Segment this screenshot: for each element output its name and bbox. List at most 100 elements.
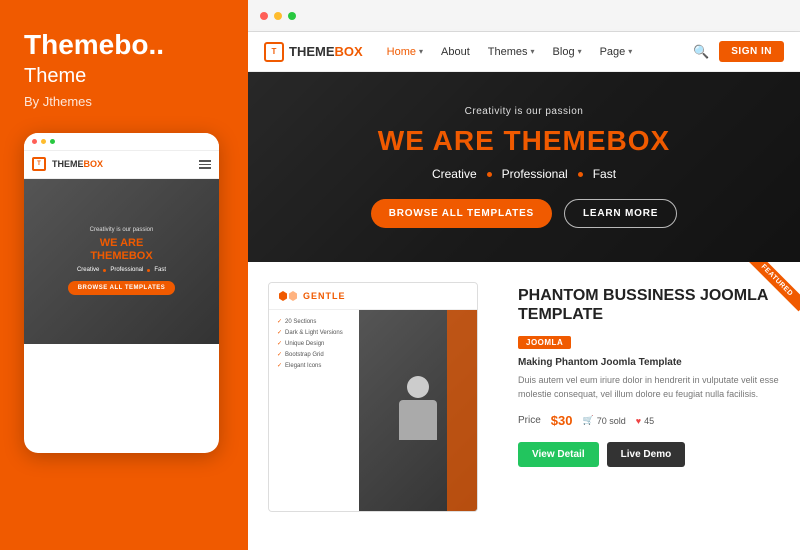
cart-icon: 🛒: [583, 415, 594, 426]
gentle-brand: GENTLE: [303, 291, 346, 301]
mobile-tagline: Creativity is our passion: [90, 227, 154, 233]
likes-count: 45: [644, 416, 654, 426]
hero-tagline: Creativity is our passion: [371, 106, 678, 117]
hero-headline-brand: THEMEBOX: [504, 125, 671, 156]
sold-count: 70 sold: [597, 416, 626, 426]
mobile-headline-brand-suf: BOX: [129, 250, 153, 262]
mobile-cta-button[interactable]: BROWSE ALL TEMPLATES: [68, 281, 176, 295]
mobile-dot-yellow: [41, 139, 46, 144]
nav-blog-arrow: ▾: [578, 47, 582, 56]
gentle-feature-2: Dark & Light Versions: [277, 329, 351, 336]
app-subtitle: Theme: [24, 65, 224, 88]
mobile-nav: T THEMEBOX: [24, 151, 219, 179]
gentle-body: 20 Sections Dark & Light Versions Unique…: [269, 310, 477, 511]
product-image-col: GENTLE 20 Sections Dark & Light Versions…: [248, 262, 498, 550]
search-icon[interactable]: 🔍: [693, 44, 709, 60]
hero-dot2: [578, 172, 583, 177]
heart-info: ♥ 45: [636, 416, 654, 426]
mobile-subline-professional: Professional: [110, 267, 143, 273]
nav-page-arrow: ▾: [628, 47, 632, 56]
mobile-headline-pre: WE ARE: [100, 237, 144, 249]
app-author: By Jthemes: [24, 94, 224, 109]
gentle-preview: [359, 310, 477, 511]
live-demo-button[interactable]: Live Demo: [607, 442, 686, 467]
mobile-brand: THEMEBOX: [52, 159, 103, 169]
price-label: Price: [518, 415, 541, 426]
view-detail-button[interactable]: View Detail: [518, 442, 599, 467]
browser-dot-green: [288, 12, 296, 20]
hero-dot1: [487, 172, 492, 177]
gentle-orange-bar: [447, 310, 477, 511]
nav-blog[interactable]: Blog ▾: [553, 46, 582, 58]
app-title: Themebo..: [24, 30, 224, 61]
nav-home-arrow: ▾: [419, 47, 423, 56]
browser-dot-red: [260, 12, 268, 20]
nav-page[interactable]: Page ▾: [600, 46, 633, 58]
gentle-shape2: [289, 291, 297, 301]
joomla-badge: JOOMLA: [518, 336, 571, 349]
right-panel: T THEMEBOX Home ▾ About Themes ▾ Blog ▾ …: [248, 0, 800, 550]
hero-section: Creativity is our passion WE ARE THEMEBO…: [248, 72, 800, 262]
nav-home[interactable]: Home ▾: [387, 46, 423, 58]
mobile-subline-creative: Creative: [77, 267, 99, 273]
mobile-subline: Creative Professional Fast: [77, 267, 166, 273]
browser-chrome: [248, 0, 800, 32]
featured-ribbon-wrap: FEATURED: [740, 262, 800, 322]
hero-fast: Fast: [593, 167, 616, 181]
nav-right: 🔍 SIGN IN: [693, 41, 784, 62]
heart-icon: ♥: [636, 416, 641, 426]
mobile-top-bar: [24, 133, 219, 151]
hero-buttons: BROWSE ALL TEMPLATES LEARN MORE: [371, 199, 678, 228]
nav-items: Home ▾ About Themes ▾ Blog ▾ Page ▾: [387, 46, 693, 58]
mobile-logo-icon: T: [32, 157, 46, 171]
gentle-feature-4: Bootstrap Grid: [277, 351, 351, 358]
hamburger-icon: [199, 160, 211, 169]
mobile-subline-dot1: [103, 269, 106, 272]
gentle-features: 20 Sections Dark & Light Versions Unique…: [269, 310, 359, 511]
hero-professional: Professional: [502, 167, 568, 181]
product-price-row: Price $30 🛒 70 sold ♥ 45: [518, 413, 780, 428]
gentle-feature-5: Elegant Icons: [277, 362, 351, 369]
hero-headline: WE ARE THEMEBOX: [371, 125, 678, 157]
browse-templates-button[interactable]: BROWSE ALL TEMPLATES: [371, 199, 552, 228]
gentle-feature-1: 20 Sections: [277, 318, 351, 325]
product-section: GENTLE 20 Sections Dark & Light Versions…: [248, 262, 800, 550]
website-nav: T THEMEBOX Home ▾ About Themes ▾ Blog ▾ …: [248, 32, 800, 72]
hero-headline-pre: WE ARE: [378, 125, 504, 156]
person-silhouette: [393, 376, 443, 446]
brand-suffix: BOX: [335, 44, 363, 59]
learn-more-button[interactable]: LEARN MORE: [564, 199, 677, 228]
mobile-preview: T THEMEBOX Creativity is our passion WE …: [24, 133, 219, 453]
site-logo-icon: T: [264, 42, 284, 62]
sign-in-button[interactable]: SIGN IN: [719, 41, 784, 62]
mobile-hero: Creativity is our passion WE ARE THEMEBO…: [24, 179, 219, 344]
hero-creative: Creative: [432, 167, 477, 181]
hero-content: Creativity is our passion WE ARE THEMEBO…: [371, 106, 678, 228]
nav-about[interactable]: About: [441, 46, 470, 58]
product-buttons: View Detail Live Demo: [518, 442, 780, 467]
gentle-shape1: [279, 291, 287, 301]
sold-info: 🛒 70 sold: [583, 415, 626, 426]
site-logo: T THEMEBOX: [264, 42, 363, 62]
nav-themes[interactable]: Themes ▾: [488, 46, 535, 58]
product-subtitle: Making Phantom Joomla Template: [518, 357, 780, 368]
product-image-box: GENTLE 20 Sections Dark & Light Versions…: [268, 282, 478, 512]
mobile-subline-fast: Fast: [154, 267, 166, 273]
person-body: [399, 400, 437, 440]
hero-subline: Creative Professional Fast: [371, 167, 678, 181]
mobile-dot-green: [50, 139, 55, 144]
mobile-headline-brand-pre: THEME: [90, 250, 129, 262]
person-head: [407, 376, 429, 398]
mobile-dot-red: [32, 139, 37, 144]
gentle-header: GENTLE: [269, 283, 477, 310]
product-desc: Duis autem vel eum iriure dolor in hendr…: [518, 374, 780, 401]
featured-ribbon: FEATURED: [747, 262, 800, 311]
price-value: $30: [551, 413, 573, 428]
gentle-logo: [279, 291, 297, 301]
mobile-headline: WE ARE THEMEBOX: [90, 237, 152, 263]
left-panel: Themebo.. Theme By Jthemes T THEMEBOX Cr…: [0, 0, 248, 550]
browser-dot-yellow: [274, 12, 282, 20]
nav-themes-arrow: ▾: [531, 47, 535, 56]
gentle-feature-3: Unique Design: [277, 340, 351, 347]
site-brand: THEMEBOX: [289, 44, 363, 59]
